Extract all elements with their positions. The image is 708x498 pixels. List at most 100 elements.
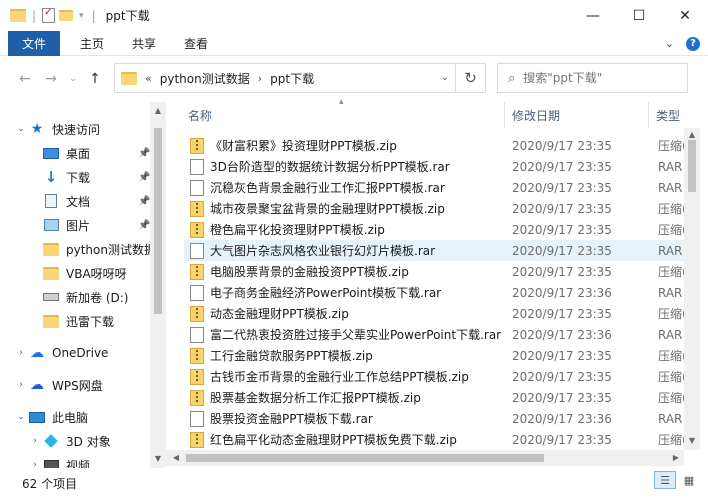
chevron-right-icon[interactable]: › — [258, 72, 262, 85]
back-arrow-icon[interactable]: ← — [14, 71, 36, 87]
file-row[interactable]: 3D台阶造型的数据统计数据分析PPT模板.rar 2020/9/17 23:35 R… — [184, 156, 689, 177]
hidden-crumbs-icon[interactable]: « — [145, 72, 152, 85]
properties-icon[interactable] — [42, 7, 56, 23]
file-row[interactable]: 动态金融理财PPT模板.zip 2020/9/17 23:35 压缩( — [184, 303, 689, 324]
column-header-modified[interactable]: 修改日期 — [512, 102, 560, 128]
customize-toolbar-icon[interactable]: ▾ — [79, 11, 84, 21]
file-modified-date: 2020/9/17 23:35 — [512, 138, 612, 153]
file-modified-date: 2020/9/17 23:36 — [512, 411, 612, 426]
file-list-scroll-thumb[interactable] — [688, 140, 696, 192]
column-header-type[interactable]: 类型 — [656, 102, 680, 128]
sidebar-item-label: 迅雷下载 — [66, 314, 115, 329]
sidebar-item[interactable]: 文档 📌 — [0, 190, 150, 212]
sidebar-item[interactable]: 迅雷下载 — [0, 310, 114, 332]
file-modified-date: 2020/9/17 23:35 — [512, 201, 612, 216]
forward-arrow-icon[interactable]: → — [40, 71, 62, 87]
folder-icon — [10, 9, 26, 22]
chevron-right-icon[interactable]: › — [14, 380, 28, 390]
zip-file-icon — [190, 137, 204, 154]
chevron-down-icon[interactable]: ⌄ — [14, 412, 28, 422]
search-box[interactable]: ⌕ — [497, 63, 688, 93]
rar-file-icon — [190, 410, 204, 427]
cloud-icon: ☁ — [30, 345, 44, 361]
status-bar: 62 个项目 — [0, 468, 708, 498]
breadcrumb-item[interactable]: python测试数据 — [160, 70, 250, 87]
tab-view[interactable]: 查看 — [172, 31, 220, 56]
file-row[interactable]: 电脑股票背景的金融投资PPT模板.zip 2020/9/17 23:35 压缩( — [184, 261, 689, 282]
sidebar-item-label: 图片 — [66, 218, 91, 233]
file-row[interactable]: 沉稳灰色背景金融行业工作汇报PPT模板.rar 2020/9/17 23:35 RA… — [184, 177, 689, 198]
file-row[interactable]: 红色扁平化动态金融理财PPT模板免费下载.zip 2020/9/17 23:35 压… — [184, 429, 689, 450]
tab-share[interactable]: 共享 — [120, 31, 168, 56]
chevron-down-icon[interactable]: ⌄ — [441, 72, 449, 83]
tab-home[interactable]: 主页 — [68, 31, 116, 56]
file-modified-date: 2020/9/17 23:35 — [512, 159, 612, 174]
scroll-down-icon[interactable]: ▼ — [150, 454, 166, 463]
breadcrumb-item[interactable]: ppt下载 — [270, 70, 314, 87]
file-name: 橙色扁平化投资理财PPT模板.zip — [210, 223, 385, 237]
address-bar[interactable]: « python测试数据 › ppt下载 ⌄ ↻ — [114, 63, 486, 93]
scroll-right-icon[interactable]: ▶ — [668, 450, 684, 466]
sidebar-item[interactable]: 图片 📌 — [0, 214, 150, 236]
sidebar-item-label: OneDrive — [52, 346, 109, 360]
scroll-down-icon[interactable]: ▼ — [684, 436, 700, 445]
sidebar-item-label: 桌面 — [66, 146, 91, 161]
sidebar-item-label: 文档 — [66, 194, 91, 209]
file-row[interactable]: 大气图片杂志风格农业银行幻灯片模板.rar 2020/9/17 23:35 RAR — [184, 240, 689, 261]
help-icon[interactable]: ? — [686, 36, 700, 51]
chevron-down-icon[interactable]: ⌄ — [665, 37, 674, 50]
file-row[interactable]: 工行金融贷款服务PPT模板.zip 2020/9/17 23:35 压缩( — [184, 345, 689, 366]
maximize-button[interactable]: ☐ — [616, 0, 662, 31]
tab-file[interactable]: 文件 — [8, 30, 61, 56]
sidebar-item[interactable]: 桌面 📌 — [0, 142, 150, 164]
horizontal-scroll-thumb[interactable] — [186, 454, 544, 462]
large-icons-view-icon[interactable]: ▦ — [678, 471, 700, 489]
refresh-icon[interactable]: ↻ — [455, 64, 485, 92]
sidebar-item-label: python测试数据 — [66, 242, 156, 257]
chevron-right-icon[interactable]: › — [28, 460, 42, 468]
sidebar-item[interactable]: python测试数据 — [0, 238, 156, 260]
sidebar-item[interactable]: VBA呀呀呀 — [0, 262, 127, 284]
sidebar-item[interactable]: ⌄ 此电脑 — [0, 406, 88, 428]
sidebar-item-label: 3D 对象 — [66, 434, 111, 449]
up-arrow-icon[interactable]: ↑ — [84, 71, 106, 87]
file-row[interactable]: 《财富积累》投资理财PPT模板.zip 2020/9/17 23:35 压缩( — [184, 135, 689, 156]
file-modified-date: 2020/9/17 23:35 — [512, 348, 612, 363]
column-header-name[interactable]: 名称 — [188, 102, 212, 128]
search-input[interactable] — [523, 71, 674, 85]
chevron-right-icon[interactable]: › — [14, 348, 28, 358]
file-row[interactable]: 古钱币金币背景的金融行业工作总结PPT模板.zip 2020/9/17 23:35… — [184, 366, 689, 387]
file-row[interactable]: 城市夜景聚宝盆背景的金融理财PPT模板.zip 2020/9/17 23:35 压缩… — [184, 198, 689, 219]
file-row[interactable]: 股票投资金融PPT模板下载.rar 2020/9/17 23:36 RAR — [184, 408, 689, 429]
recent-locations-icon[interactable]: ⌄ — [62, 74, 84, 84]
minimize-button[interactable]: — — [570, 0, 616, 31]
scroll-left-icon[interactable]: ◀ — [168, 450, 184, 466]
sidebar-item[interactable]: › 3D 对象 — [0, 430, 111, 452]
scroll-up-icon[interactable]: ▲ — [150, 106, 166, 115]
chevron-right-icon[interactable]: › — [28, 436, 42, 446]
file-name: 古钱币金币背景的金融行业工作总结PPT模板.zip — [210, 370, 469, 384]
file-row[interactable]: 电子商务金融经济PowerPoint模板下载.rar 2020/9/17 23:3… — [184, 282, 689, 303]
file-row[interactable]: 富二代热衷投资胜过接手父辈实业PowerPoint下载.rar 2020/9/17… — [184, 324, 689, 345]
file-row[interactable]: 橙色扁平化投资理财PPT模板.zip 2020/9/17 23:35 压缩( — [184, 219, 689, 240]
file-type: RAR — [658, 411, 683, 426]
sidebar-scroll-thumb[interactable] — [154, 128, 162, 314]
file-name: 工行金融贷款服务PPT模板.zip — [210, 349, 373, 363]
file-row[interactable]: 股票基金数据分析工作汇报PPT模板.zip 2020/9/17 23:35 压缩( — [184, 387, 689, 408]
sidebar-item-label: WPS网盘 — [52, 378, 103, 393]
sidebar-item[interactable]: › 视频 — [0, 454, 90, 468]
sidebar-item[interactable]: › ☁ OneDrive — [0, 342, 108, 364]
sidebar-item-label: 新加卷 (D:) — [66, 290, 129, 305]
close-button[interactable]: ✕ — [662, 0, 708, 31]
sidebar-item[interactable]: ↓ 下载 📌 — [0, 166, 151, 188]
scroll-up-icon[interactable]: ▲ — [684, 130, 700, 139]
file-modified-date: 2020/9/17 23:35 — [512, 390, 612, 405]
new-folder-icon[interactable] — [59, 10, 74, 21]
file-name: 股票基金数据分析工作汇报PPT模板.zip — [210, 391, 421, 405]
sidebar-item[interactable]: › ☁ WPS网盘 — [0, 374, 103, 396]
rar-file-icon — [190, 284, 204, 301]
sidebar-item[interactable]: ⌄ ★ 快速访问 — [0, 118, 100, 140]
chevron-down-icon[interactable]: ⌄ — [14, 124, 28, 134]
sidebar-item[interactable]: 新加卷 (D:) — [0, 286, 128, 308]
details-view-icon[interactable]: ☰ — [654, 471, 676, 489]
